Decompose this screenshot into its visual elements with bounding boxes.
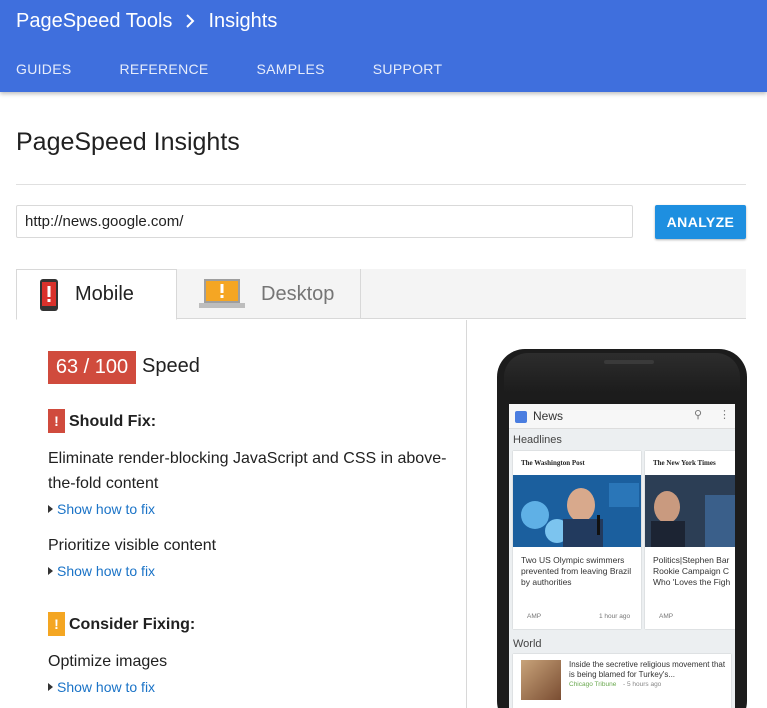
- nav-support[interactable]: SUPPORT: [373, 61, 443, 77]
- tab-mobile-label: Mobile: [75, 283, 134, 305]
- amp-badge: AMP: [527, 613, 542, 620]
- chevron-right-icon: [184, 13, 196, 29]
- publisher-logo: The New York Times: [653, 459, 716, 467]
- breadcrumb: PageSpeed Tools Insights: [16, 9, 277, 33]
- rule-title: Eliminate render-blocking JavaScript and…: [48, 450, 447, 492]
- expand-triangle-icon: [48, 505, 53, 513]
- should-fix-heading: Should Fix:: [69, 413, 157, 430]
- card-timestamp: 1 hour ago: [599, 613, 631, 620]
- phone-screen: News ⚲ ⋮ Headlines The Washington Post T…: [509, 404, 735, 708]
- show-how-to-fix-link[interactable]: Show how to fix: [48, 679, 155, 695]
- news-photo: [513, 475, 641, 547]
- search-icon: ⚲: [694, 409, 703, 421]
- score-badge: 63 / 100: [48, 351, 136, 384]
- tab-desktop[interactable]: Desktop: [177, 269, 361, 319]
- rule-title: Prioritize visible content: [48, 537, 217, 554]
- title-divider: [16, 184, 746, 185]
- top-app-bar: PageSpeed Tools Insights GUIDES REFERENC…: [0, 0, 767, 92]
- nav-reference[interactable]: REFERENCE: [119, 61, 208, 77]
- page-title: PageSpeed Insights: [16, 128, 240, 156]
- phone-speaker: [604, 360, 654, 364]
- show-how-to-fix-label: Show how to fix: [57, 679, 156, 695]
- should-fix-warning-icon: !: [48, 409, 65, 433]
- tab-mobile[interactable]: Mobile: [16, 269, 177, 320]
- phone-bezel: [504, 353, 740, 393]
- card-headline: Politics|Stephen Bar Rookie Campaign C W…: [653, 555, 731, 587]
- tab-desktop-label: Desktop: [261, 282, 335, 305]
- consider-fixing-warning-icon: !: [48, 612, 65, 636]
- show-how-to-fix-link[interactable]: Show how to fix: [48, 563, 155, 579]
- results-divider: [466, 320, 467, 708]
- mobile-phone-icon: [39, 278, 59, 311]
- amp-badge: AMP: [659, 613, 674, 620]
- expand-triangle-icon: [48, 567, 53, 575]
- card-headline: Two US Olympic swimmers prevented from l…: [521, 555, 632, 587]
- analyze-button[interactable]: ANALYZE: [655, 205, 746, 239]
- headlines-label: Headlines: [513, 434, 562, 446]
- card-timestamp: - 5 hours ago: [623, 681, 662, 688]
- card-headline: Inside the secretive religious movement …: [569, 660, 726, 679]
- url-input[interactable]: [16, 205, 633, 238]
- breadcrumb-root[interactable]: PageSpeed Tools: [16, 10, 172, 33]
- world-label: World: [513, 638, 542, 650]
- nav-guides[interactable]: GUIDES: [16, 61, 71, 77]
- news-card: The New York Times Politics|Stephen Bar …: [645, 451, 735, 629]
- news-card: The Washington Post Two US Olympic swimm…: [513, 451, 641, 629]
- breadcrumb-current[interactable]: Insights: [208, 10, 277, 33]
- score-label: Speed: [142, 355, 200, 377]
- show-how-to-fix-link[interactable]: Show how to fix: [48, 501, 155, 517]
- google-news-logo-icon: [515, 411, 527, 423]
- more-vert-icon: ⋮: [719, 409, 730, 421]
- show-how-to-fix-label: Show how to fix: [57, 563, 156, 579]
- news-app-title: News: [533, 409, 564, 423]
- nav-samples[interactable]: SAMPLES: [257, 61, 325, 77]
- mobile-preview-phone: News ⚲ ⋮ Headlines The Washington Post T…: [497, 349, 747, 708]
- card-source: Chicago Tribune: [569, 681, 617, 688]
- laptop-icon: [199, 279, 245, 309]
- expand-triangle-icon: [48, 683, 53, 691]
- news-app-bar: News ⚲ ⋮: [509, 404, 735, 429]
- news-thumbnail: [521, 660, 561, 700]
- consider-fixing-heading: Consider Fixing:: [69, 616, 196, 633]
- rule-title: Optimize images: [48, 653, 168, 670]
- news-photo: [645, 475, 735, 547]
- show-how-to-fix-label: Show how to fix: [57, 501, 156, 517]
- publisher-logo: The Washington Post: [521, 459, 585, 467]
- news-card: Inside the secretive religious movement …: [513, 654, 731, 708]
- top-nav: GUIDES REFERENCE SAMPLES SUPPORT: [16, 61, 490, 77]
